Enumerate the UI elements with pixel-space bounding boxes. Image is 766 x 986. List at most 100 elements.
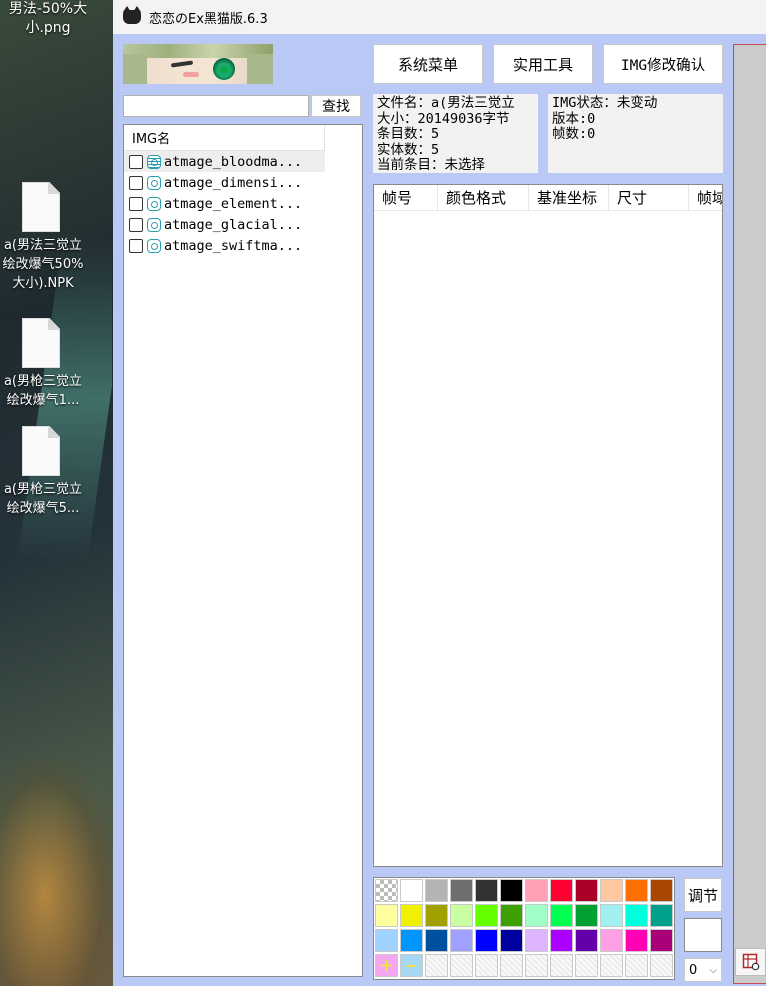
img-confirm-button[interactable]: IMG修改确认 [603, 44, 723, 84]
desktop-file-npk[interactable]: a(男法三觉立绘改爆气50%大小).NPK [0, 182, 112, 293]
checkbox[interactable] [129, 217, 143, 232]
color-swatch[interactable] [425, 904, 448, 927]
img-list[interactable]: IMG名 atmage_bloodma... atmage_dimensi...… [123, 124, 363, 977]
color-swatch[interactable] [575, 929, 598, 952]
frames-table[interactable]: 帧号 颜色格式 基准坐标 尺寸 帧域 [373, 184, 723, 867]
color-swatch[interactable] [600, 904, 623, 927]
adjust-button[interactable]: 调节 [684, 878, 722, 912]
img-status-text: IMG状态：未变动 [552, 95, 658, 111]
color-swatch[interactable] [625, 879, 648, 902]
current-entry-text: 当前条目：未选择 [377, 157, 485, 173]
column-header[interactable]: 颜色格式 [438, 185, 529, 210]
color-swatch[interactable] [450, 879, 473, 902]
color-swatch[interactable] [600, 929, 623, 952]
color-swatch[interactable] [650, 904, 673, 927]
desktop-file-label[interactable]: 男法-50%大小.png [0, 0, 96, 38]
checkbox[interactable] [129, 154, 143, 169]
file-name-text: 文件名：a(男法三觉立 [377, 95, 515, 111]
preview-pane[interactable] [733, 44, 766, 984]
image-tool-icon[interactable] [735, 948, 766, 976]
checkbox[interactable] [129, 175, 143, 190]
desktop-file-npk[interactable]: a(男枪三觉立绘改爆气5... [0, 426, 112, 518]
color-swatch[interactable] [475, 879, 498, 902]
color-swatch[interactable] [575, 904, 598, 927]
system-menu-button[interactable]: 系统菜单 [373, 44, 483, 84]
color-swatch[interactable] [500, 929, 523, 952]
color-swatch[interactable] [525, 879, 548, 902]
color-swatch[interactable] [550, 929, 573, 952]
color-swatch[interactable] [625, 904, 648, 927]
color-swatch[interactable] [575, 879, 598, 902]
color-swatch[interactable] [450, 904, 473, 927]
empty-color-slot[interactable] [475, 954, 498, 977]
color-swatch[interactable] [400, 904, 423, 927]
list-item[interactable]: atmage_element... [124, 193, 325, 214]
avatar-banner [123, 44, 273, 84]
window-title: 恋恋のEx黑猫版.6.3 [149, 11, 268, 27]
color-swatch[interactable] [425, 929, 448, 952]
color-palette: + − [373, 877, 675, 980]
img-item-label: atmage_element... [164, 195, 303, 212]
color-swatch[interactable] [425, 879, 448, 902]
empty-color-slot[interactable] [600, 954, 623, 977]
utility-tools-button[interactable]: 实用工具 [493, 44, 593, 84]
avatar-blush [183, 72, 199, 77]
add-color-button[interactable]: + [375, 954, 398, 977]
file-size-text: 大小：20149036字节 [377, 110, 510, 127]
search-button[interactable]: 查找 [311, 95, 361, 117]
color-swatch[interactable] [500, 879, 523, 902]
color-swatch[interactable] [650, 929, 673, 952]
palette-select[interactable]: 0 ⌵ [684, 958, 722, 982]
empty-color-slot[interactable] [450, 954, 473, 977]
color-swatch[interactable] [525, 904, 548, 927]
avatar-hair [247, 54, 273, 84]
color-swatch[interactable] [650, 879, 673, 902]
desktop-file-npk[interactable]: a(男枪三觉立绘改爆气1... [0, 318, 112, 410]
color-swatch[interactable] [375, 929, 398, 952]
color-swatch[interactable] [400, 929, 423, 952]
search-input[interactable] [123, 95, 309, 117]
column-header[interactable]: 基准坐标 [529, 185, 609, 210]
img-file-icon [147, 238, 161, 253]
column-header[interactable]: 帧号 [374, 185, 438, 210]
color-swatch[interactable] [500, 904, 523, 927]
avatar-hair [123, 54, 147, 84]
color-swatch[interactable] [475, 929, 498, 952]
list-item[interactable]: atmage_dimensi... [124, 172, 325, 193]
color-swatch[interactable] [375, 879, 398, 902]
empty-color-slot[interactable] [650, 954, 673, 977]
checkbox[interactable] [129, 196, 143, 211]
desktop-file-label: a(男枪三觉立绘改爆气1... [3, 374, 83, 408]
empty-color-slot[interactable] [550, 954, 573, 977]
title-bar[interactable]: 恋恋のEx黑猫版.6.3 [113, 0, 766, 34]
list-item[interactable]: atmage_bloodma... [124, 151, 325, 172]
avatar-eye [213, 58, 235, 80]
color-swatch[interactable] [550, 904, 573, 927]
empty-color-slot[interactable] [500, 954, 523, 977]
list-item[interactable]: atmage_glacial... [124, 214, 325, 235]
empty-color-slot[interactable] [525, 954, 548, 977]
file-icon [22, 182, 60, 232]
remove-color-button[interactable]: − [400, 954, 423, 977]
column-header[interactable]: 尺寸 [609, 185, 689, 210]
img-file-icon [147, 217, 161, 232]
img-list-header[interactable]: IMG名 [124, 125, 325, 151]
empty-color-slot[interactable] [425, 954, 448, 977]
color-swatch[interactable] [400, 879, 423, 902]
color-swatch[interactable] [375, 904, 398, 927]
color-swatch[interactable] [525, 929, 548, 952]
empty-color-slot[interactable] [625, 954, 648, 977]
img-info-panel: IMG状态：未变动 版本:0 帧数:0 [548, 94, 723, 173]
frames-table-header: 帧号 颜色格式 基准坐标 尺寸 帧域 [374, 185, 722, 211]
current-color-swatch[interactable] [684, 918, 722, 952]
img-item-label: atmage_bloodma... [164, 153, 303, 170]
color-swatch[interactable] [550, 879, 573, 902]
list-item[interactable]: atmage_swiftma... [124, 235, 325, 256]
empty-color-slot[interactable] [575, 954, 598, 977]
color-swatch[interactable] [450, 929, 473, 952]
column-header[interactable]: 帧域 [689, 185, 722, 210]
checkbox[interactable] [129, 238, 143, 253]
color-swatch[interactable] [625, 929, 648, 952]
color-swatch[interactable] [475, 904, 498, 927]
color-swatch[interactable] [600, 879, 623, 902]
